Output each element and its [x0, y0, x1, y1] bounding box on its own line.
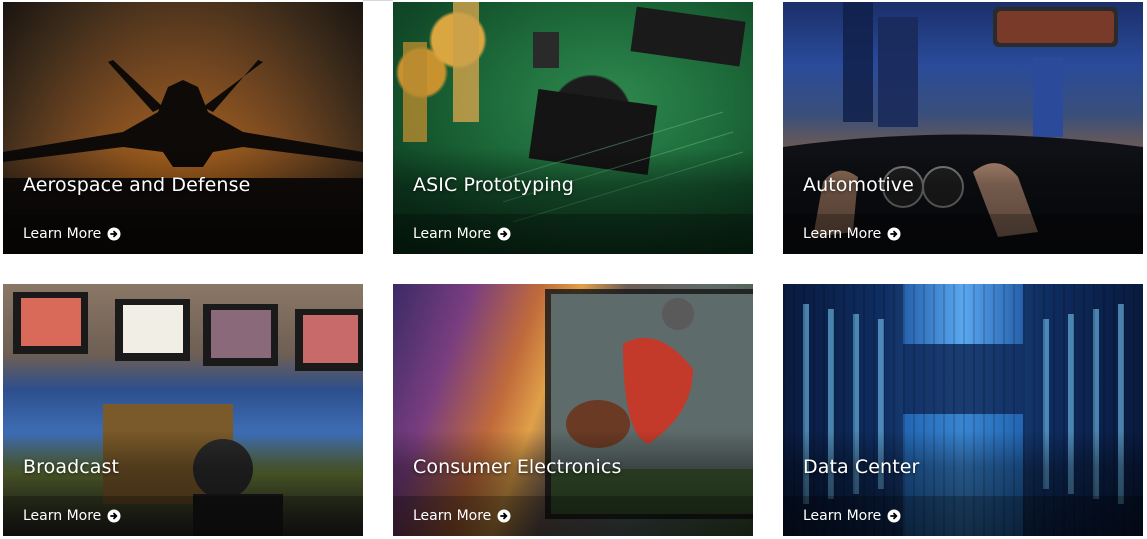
- arrow-circle-right-icon: [887, 509, 901, 523]
- tile-title: Data Center: [803, 456, 920, 478]
- learn-more-link[interactable]: Learn More: [23, 508, 121, 524]
- arrow-circle-right-icon: [497, 509, 511, 523]
- tile-automotive[interactable]: Automotive Learn More: [783, 2, 1143, 254]
- learn-more-link[interactable]: Learn More: [803, 226, 901, 242]
- tile-title: ASIC Prototyping: [413, 174, 574, 196]
- tile-broadcast[interactable]: Broadcast Learn More: [3, 284, 363, 536]
- industries-grid: Aerospace and Defense Learn More ASIC Pr…: [0, 0, 1147, 539]
- tile-title: Aerospace and Defense: [23, 174, 251, 196]
- arrow-circle-right-icon: [497, 227, 511, 241]
- learn-more-label: Learn More: [23, 508, 102, 524]
- learn-more-link[interactable]: Learn More: [803, 508, 901, 524]
- learn-more-label: Learn More: [803, 226, 882, 242]
- arrow-circle-right-icon: [107, 509, 121, 523]
- learn-more-link[interactable]: Learn More: [413, 226, 511, 242]
- tile-aerospace-and-defense[interactable]: Aerospace and Defense Learn More: [3, 2, 363, 254]
- tile-data-center[interactable]: Data Center Learn More: [783, 284, 1143, 536]
- learn-more-label: Learn More: [413, 508, 492, 524]
- arrow-circle-right-icon: [107, 227, 121, 241]
- learn-more-link[interactable]: Learn More: [413, 508, 511, 524]
- learn-more-label: Learn More: [413, 226, 492, 242]
- learn-more-link[interactable]: Learn More: [23, 226, 121, 242]
- tile-title: Broadcast: [23, 456, 120, 478]
- tile-title: Consumer Electronics: [413, 456, 622, 478]
- learn-more-label: Learn More: [23, 226, 102, 242]
- tile-title: Automotive: [803, 174, 914, 196]
- tile-consumer-electronics[interactable]: Consumer Electronics Learn More: [393, 284, 753, 536]
- learn-more-label: Learn More: [803, 508, 882, 524]
- top-divider: [363, 0, 393, 1]
- arrow-circle-right-icon: [887, 227, 901, 241]
- tile-asic-prototyping[interactable]: ASIC Prototyping Learn More: [393, 2, 753, 254]
